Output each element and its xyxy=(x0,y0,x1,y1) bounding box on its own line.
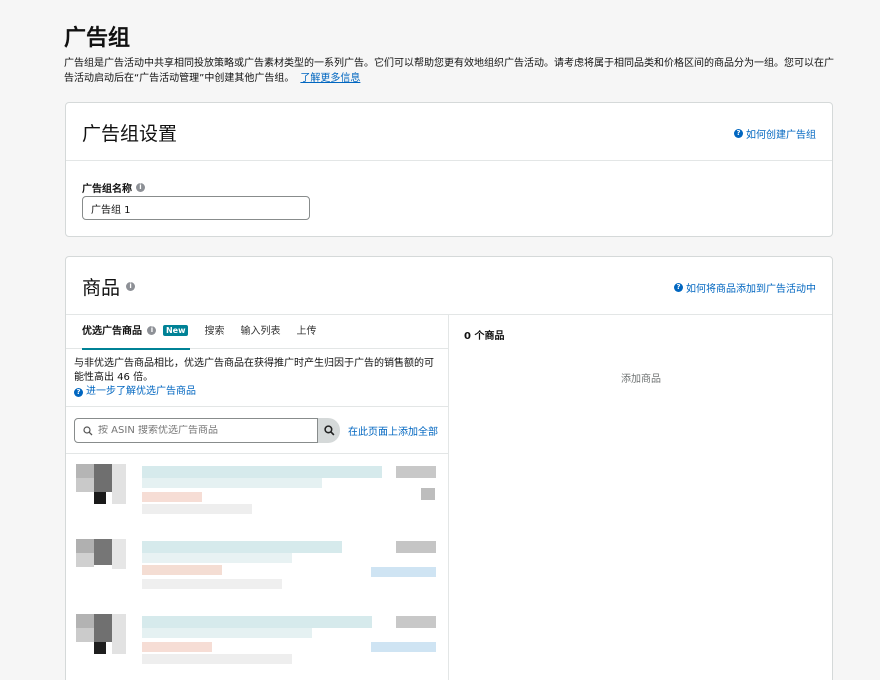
blurred-meta xyxy=(142,654,292,664)
product-row[interactable] xyxy=(66,604,449,679)
blurred-title xyxy=(142,541,342,553)
products-title-wrap: 商品 i xyxy=(82,273,136,300)
selected-products-panel: 0 个商品 添加商品 xyxy=(450,315,832,680)
ad-group-name-label: 广告组名称 i xyxy=(82,180,145,195)
blurred-title xyxy=(142,616,372,628)
promo-link-label: 进一步了解优选广告商品 xyxy=(86,386,196,397)
product-tabs: 优选广告商品 i New 搜索 输入列表 上传 xyxy=(66,315,448,350)
empty-state-text: 添加商品 xyxy=(621,374,661,385)
blurred-thumbnail xyxy=(76,478,94,492)
blurred-thumbnail xyxy=(112,539,126,569)
page-intro: 广告组是广告活动中共享相同投放策略或广告素材类型的一系列广告。它们可以帮助您更有… xyxy=(64,56,834,86)
tab-enter-list[interactable]: 输入列表 xyxy=(232,315,288,349)
blurred-price xyxy=(142,492,202,502)
learn-suggested-products-link[interactable]: ? 进一步了解优选广告商品 xyxy=(74,385,440,399)
asin-search-row: 在此页面上添加全部 xyxy=(74,418,438,443)
learn-more-link[interactable]: 了解更多信息 xyxy=(300,73,360,84)
help-link-label: 如何创建广告组 xyxy=(746,130,816,141)
asin-search-input[interactable] xyxy=(98,425,298,436)
how-to-create-ad-group-link[interactable]: ? 如何创建广告组 xyxy=(734,126,816,141)
products-card-header: 商品 i ? 如何将商品添加到广告活动中 xyxy=(66,257,832,315)
blurred-thumbnail xyxy=(76,464,94,478)
field-label-text: 广告组名称 xyxy=(82,184,132,195)
info-icon[interactable]: i xyxy=(126,282,136,291)
blurred-title xyxy=(142,553,292,563)
search-icon xyxy=(83,425,93,435)
blurred-thumbnail xyxy=(94,614,112,642)
blurred-thumbnail xyxy=(94,642,106,654)
ad-group-name-input[interactable] xyxy=(82,196,310,220)
blurred-meta xyxy=(142,504,252,514)
ad-group-settings-card: 广告组设置 ? 如何创建广告组 广告组名称 i xyxy=(65,102,833,237)
settings-title: 广告组设置 xyxy=(82,123,178,145)
blurred-price xyxy=(142,565,222,575)
blurred-badge xyxy=(396,466,436,478)
info-icon[interactable]: i xyxy=(136,183,145,192)
asin-search-box[interactable] xyxy=(74,418,318,443)
add-all-on-page-link[interactable]: 在此页面上添加全部 xyxy=(348,423,438,438)
suggested-products-promo: 与非优选广告商品相比，优选广告商品在获得推广时产生归因于广告的销售额的可能性高出… xyxy=(66,349,448,407)
products-title: 商品 xyxy=(82,277,121,299)
blurred-thumbnail xyxy=(94,492,106,504)
page-title: 广告组 xyxy=(64,26,131,51)
blurred-title xyxy=(142,478,322,488)
question-circle-icon: ? xyxy=(74,387,83,397)
blurred-badge xyxy=(371,567,436,577)
info-icon[interactable]: i xyxy=(147,326,157,335)
promo-text: 与非优选广告商品相比，优选广告商品在获得推广时产生归因于广告的销售额的可能性高出… xyxy=(74,358,434,383)
blurred-thumbnail xyxy=(94,539,112,565)
blurred-badge xyxy=(396,616,436,628)
tab-upload[interactable]: 上传 xyxy=(288,315,324,349)
question-circle-icon: ? xyxy=(734,129,743,138)
product-row[interactable] xyxy=(66,454,449,529)
search-button[interactable] xyxy=(318,418,340,443)
blurred-thumbnail xyxy=(94,464,112,492)
product-results-list xyxy=(66,453,449,680)
help-link-label: 如何将商品添加到广告活动中 xyxy=(686,284,816,295)
blurred-thumbnail xyxy=(76,553,94,567)
blurred-badge xyxy=(421,488,435,500)
intro-text: 广告组是广告活动中共享相同投放策略或广告素材类型的一系列广告。它们可以帮助您更有… xyxy=(64,58,834,84)
blurred-price xyxy=(142,642,212,652)
blurred-title xyxy=(142,466,382,478)
selected-product-count: 0 个商品 xyxy=(464,331,505,342)
blurred-thumbnail xyxy=(112,464,126,504)
blurred-thumbnail xyxy=(112,614,126,654)
blurred-title xyxy=(142,628,312,638)
blurred-thumbnail xyxy=(76,614,94,628)
new-badge: New xyxy=(162,324,189,336)
tab-search[interactable]: 搜索 xyxy=(196,315,232,349)
search-icon xyxy=(323,425,334,436)
question-circle-icon: ? xyxy=(674,283,683,292)
blurred-thumbnail xyxy=(76,539,94,553)
product-row[interactable] xyxy=(66,529,449,604)
blurred-thumbnail xyxy=(76,628,94,642)
tab-label: 优选广告商品 xyxy=(82,325,142,337)
tab-suggested-products[interactable]: 优选广告商品 i New xyxy=(74,315,196,350)
settings-card-header: 广告组设置 ? 如何创建广告组 xyxy=(66,103,832,161)
blurred-meta xyxy=(142,579,282,589)
how-to-add-products-link[interactable]: ? 如何将商品添加到广告活动中 xyxy=(674,280,816,295)
blurred-badge xyxy=(371,642,436,652)
product-picker-panel: 优选广告商品 i New 搜索 输入列表 上传 与非优选广告商品相比，优选广告商… xyxy=(66,315,449,680)
products-card: 商品 i ? 如何将商品添加到广告活动中 优选广告商品 i New 搜索 输入列… xyxy=(65,256,833,680)
blurred-badge xyxy=(396,541,436,553)
